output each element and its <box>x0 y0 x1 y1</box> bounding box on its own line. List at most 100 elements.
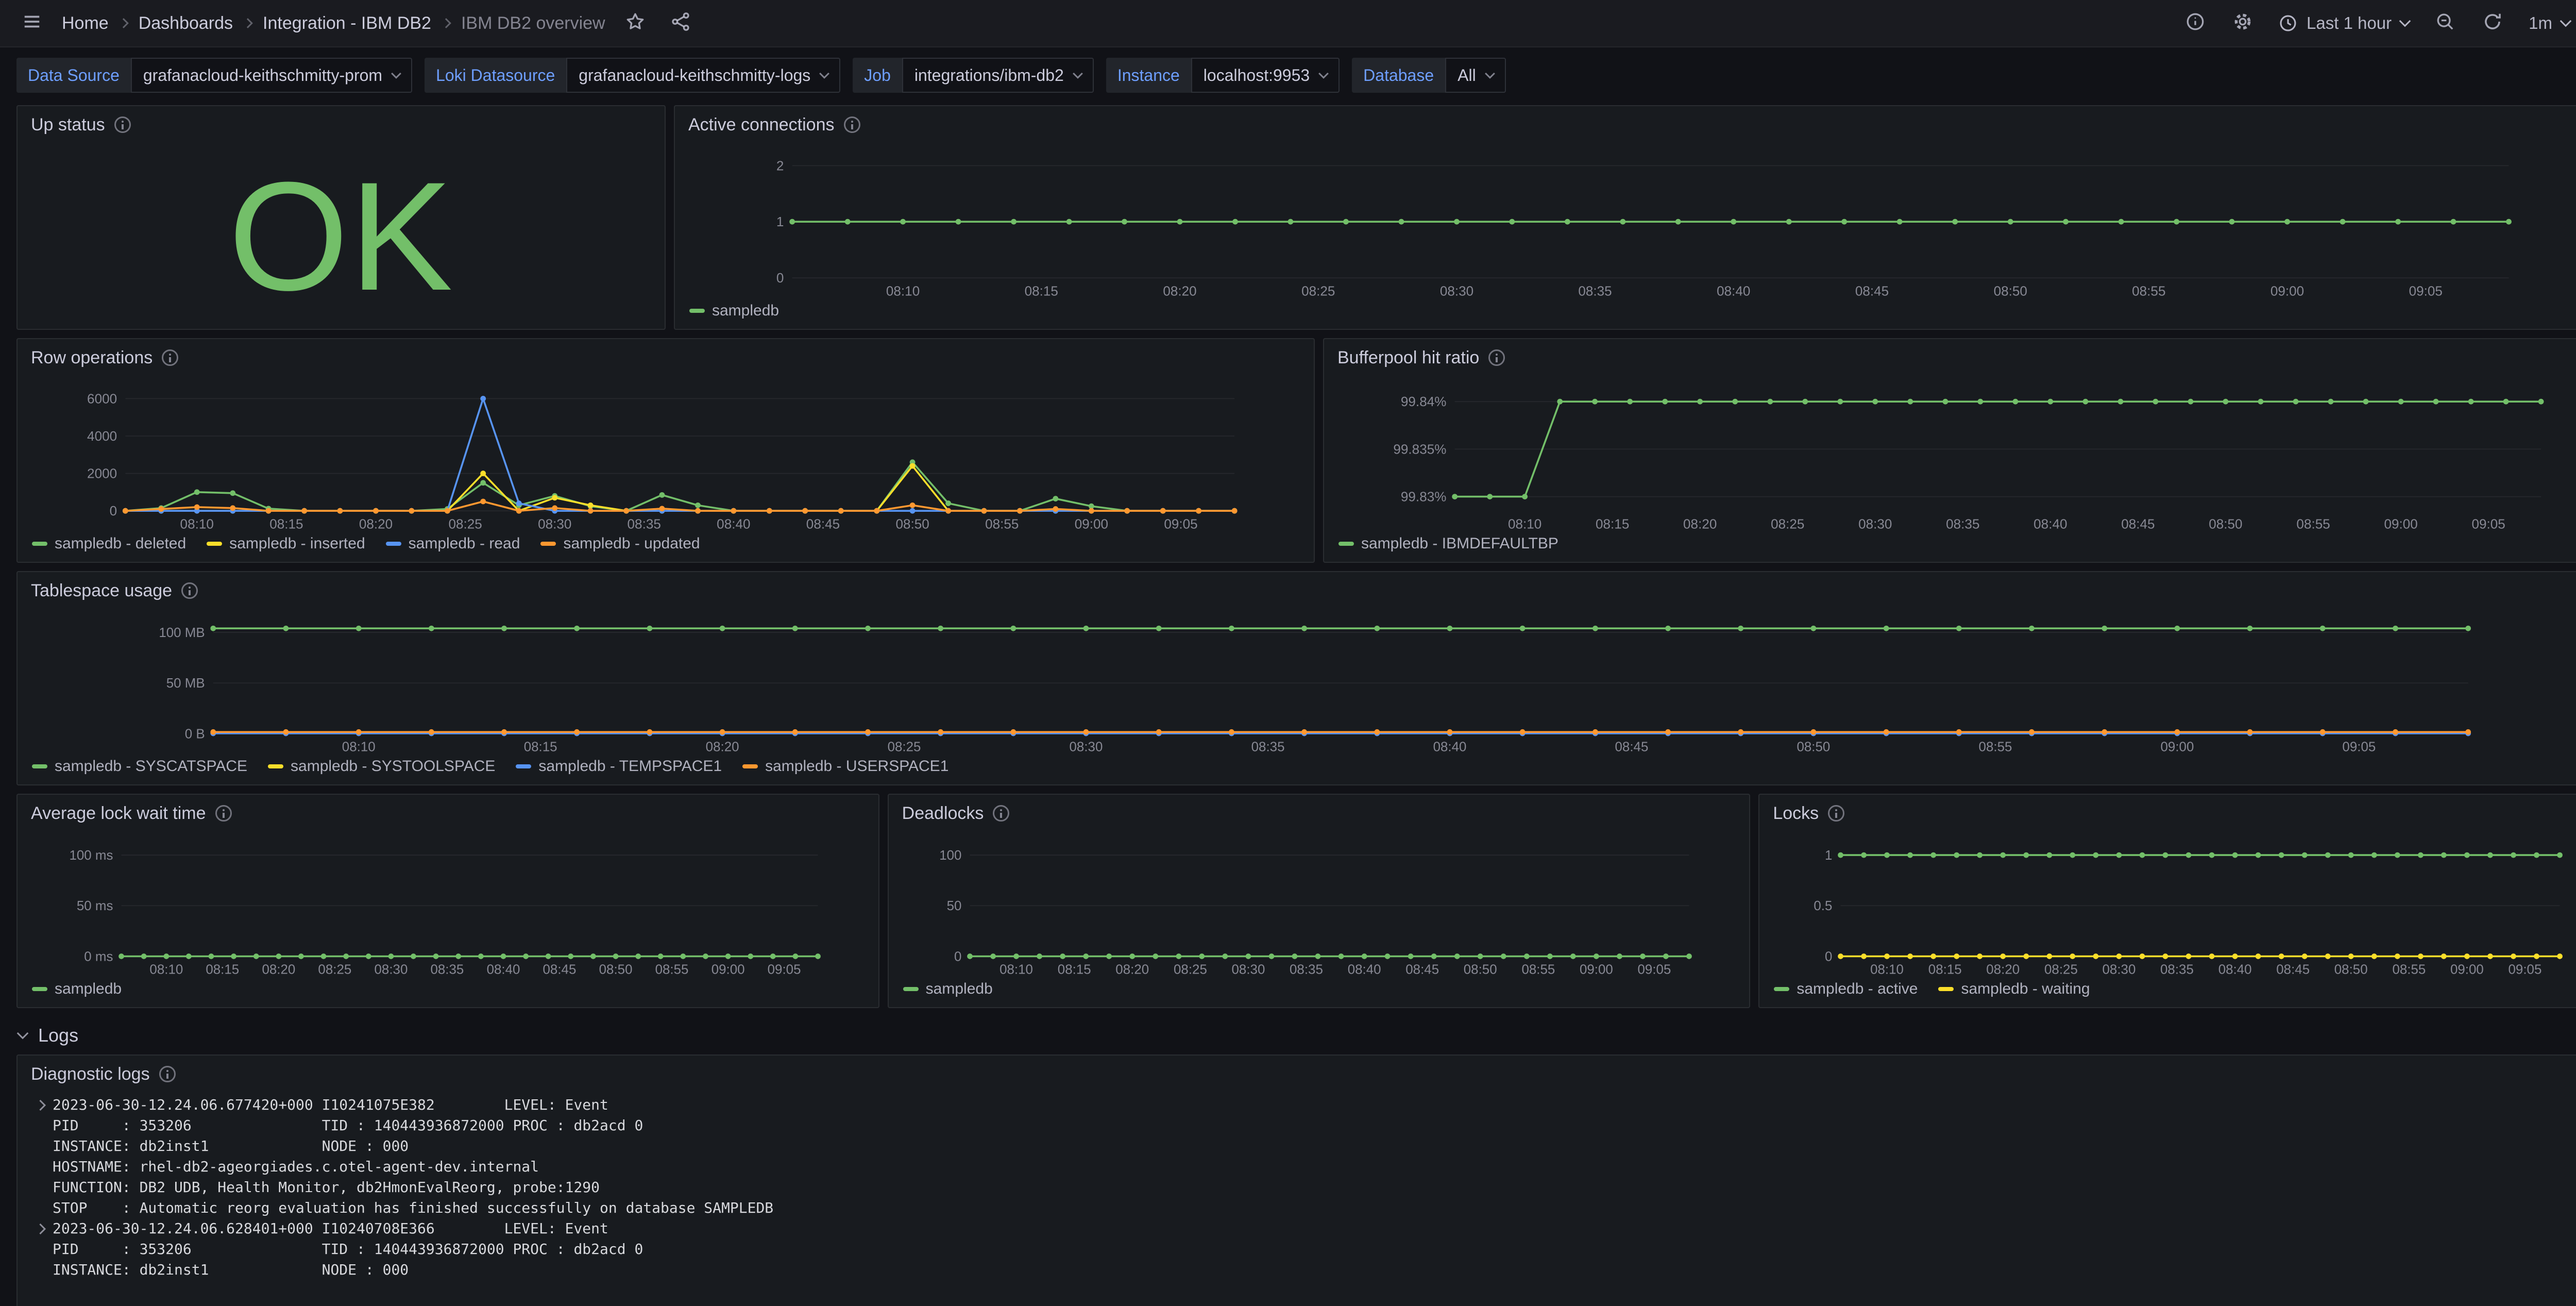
filter-label-data-source[interactable]: Data Source <box>16 58 131 93</box>
expand-caret-icon[interactable] <box>28 1225 53 1233</box>
log-row[interactable]: 2023-06-30-12.24.06.677420+000 I10241075… <box>28 1095 2576 1115</box>
legend-item[interactable]: sampledb <box>32 980 122 998</box>
legend-item[interactable]: sampledb - USERSPACE1 <box>742 758 948 775</box>
breadcrumb-separator-icon <box>441 18 451 28</box>
info-icon[interactable] <box>114 116 131 133</box>
legend-item[interactable]: sampledb - updated <box>540 535 700 552</box>
filter-value-database[interactable]: All <box>1445 58 1506 93</box>
zoom-out-time-button[interactable] <box>2430 8 2461 39</box>
panel-title[interactable]: Average lock wait time <box>31 803 206 824</box>
info-icon[interactable] <box>159 1066 176 1082</box>
filter-label-database[interactable]: Database <box>1352 58 1445 93</box>
svg-text:08:50: 08:50 <box>1994 283 2027 298</box>
chart-legend: sampledb - active sampledb - waiting <box>1759 980 2576 1007</box>
time-range-picker[interactable]: Last 1 hour <box>2275 8 2413 39</box>
panel-header: Deadlocks <box>889 795 1750 832</box>
locks-chart[interactable]: 00.5108:1008:1508:2008:2508:3008:3508:40… <box>1759 832 2576 980</box>
deadlocks-chart[interactable]: 05010008:1008:1508:2008:2508:3008:3508:4… <box>889 832 1750 980</box>
legend-item[interactable]: sampledb - IBMDEFAULTBP <box>1338 535 1558 552</box>
insights-button[interactable] <box>2180 8 2211 39</box>
info-icon[interactable] <box>181 582 198 599</box>
info-icon[interactable] <box>1828 805 1844 822</box>
log-row[interactable]: HOSTNAME: rhel-db2-ageorgiades.c.otel-ag… <box>28 1157 2576 1177</box>
svg-text:09:00: 09:00 <box>2384 516 2417 531</box>
svg-text:08:35: 08:35 <box>1578 283 1612 298</box>
refresh-interval-picker[interactable]: 1m <box>2524 8 2574 39</box>
chart-area: 05010008:1008:1508:2008:2508:3008:3508:4… <box>889 832 1750 980</box>
svg-text:08:35: 08:35 <box>1251 740 1285 754</box>
filter-value-text: localhost:9953 <box>1204 66 1310 85</box>
legend-item[interactable]: sampledb - waiting <box>1938 980 2090 998</box>
chevron-down-icon <box>391 69 401 79</box>
info-icon[interactable] <box>993 805 1009 822</box>
svg-text:08:10: 08:10 <box>1508 516 1541 531</box>
panel-title[interactable]: Locks <box>1773 803 1819 824</box>
legend-item[interactable]: sampledb - SYSCATSPACE <box>32 758 247 775</box>
tablespace-usage-chart[interactable]: 0 B50 MB100 MB08:1008:1508:2008:2508:300… <box>18 609 2576 758</box>
filter-value-data-source[interactable]: grafanacloud-keithschmitty-prom <box>131 58 412 93</box>
refresh-button[interactable] <box>2477 8 2508 39</box>
legend-item[interactable]: sampledb - read <box>386 535 520 552</box>
svg-text:08:30: 08:30 <box>1070 740 1103 754</box>
info-icon[interactable] <box>215 805 232 822</box>
legend-item[interactable]: sampledb - inserted <box>207 535 365 552</box>
expand-caret-icon[interactable] <box>28 1101 53 1109</box>
filter-value-text: All <box>1458 66 1476 85</box>
legend-swatch-icon <box>516 764 531 768</box>
filter-label-loki-datasource[interactable]: Loki Datasource <box>425 58 566 93</box>
menu-icon <box>22 12 42 35</box>
filter-value-job[interactable]: integrations/ibm-db2 <box>902 58 1094 93</box>
menu-button[interactable] <box>16 8 47 39</box>
svg-text:08:20: 08:20 <box>1987 962 2020 977</box>
logs-section-toggle[interactable]: Logs <box>19 1025 2576 1046</box>
log-row[interactable]: STOP : Automatic reorg evaluation has fi… <box>28 1198 2576 1218</box>
legend-item[interactable]: sampledb - SYSTOOLSPACE <box>268 758 495 775</box>
legend-item[interactable]: sampledb - active <box>1774 980 1918 998</box>
legend-item[interactable]: sampledb - deleted <box>32 535 186 552</box>
breadcrumb-item[interactable]: Dashboards <box>139 13 233 34</box>
star-button[interactable] <box>620 8 651 39</box>
info-icon[interactable] <box>1488 349 1505 366</box>
svg-text:0 ms: 0 ms <box>84 949 113 964</box>
svg-text:08:15: 08:15 <box>1025 283 1058 298</box>
log-row[interactable]: PID : 353206 TID : 140443936872000 PROC … <box>28 1239 2576 1260</box>
filter-value-instance[interactable]: localhost:9953 <box>1191 58 1340 93</box>
svg-text:08:20: 08:20 <box>706 740 739 754</box>
breadcrumb-separator-icon <box>118 18 129 28</box>
row-operations-chart[interactable]: 020004000600008:1008:1508:2008:2508:3008… <box>18 376 1314 535</box>
legend-item[interactable]: sampledb - TEMPSPACE1 <box>516 758 722 775</box>
bufferpool-hit-ratio-chart[interactable]: 99.83%99.835%99.84%08:1008:1508:2008:250… <box>1324 376 2576 535</box>
filter-label-instance[interactable]: Instance <box>1106 58 1191 93</box>
panel-diagnostic-logs: Diagnostic logs 2023-06-30-12.24.06.6774… <box>16 1054 2576 1306</box>
svg-text:09:05: 09:05 <box>768 962 801 977</box>
panel-title[interactable]: Diagnostic logs <box>31 1064 150 1084</box>
chart-area: 99.83%99.835%99.84%08:1008:1508:2008:250… <box>1324 376 2576 535</box>
filter-label-job[interactable]: Job <box>853 58 902 93</box>
log-row[interactable]: INSTANCE: db2inst1 NODE : 000 <box>28 1260 2576 1280</box>
log-row[interactable]: PID : 353206 TID : 140443936872000 PROC … <box>28 1115 2576 1136</box>
panel-title[interactable]: Row operations <box>31 348 152 368</box>
log-row[interactable]: INSTANCE: db2inst1 NODE : 000 <box>28 1136 2576 1157</box>
breadcrumb-item[interactable]: Integration - IBM DB2 <box>263 13 431 34</box>
filter-value-loki-datasource[interactable]: grafanacloud-keithschmitty-logs <box>566 58 840 93</box>
panel-title[interactable]: Tablespace usage <box>31 581 172 601</box>
average-lock-wait-chart[interactable]: 0 ms50 ms100 ms08:1008:1508:2008:2508:30… <box>18 832 878 980</box>
panel-title[interactable]: Deadlocks <box>902 803 984 824</box>
svg-text:08:25: 08:25 <box>1771 516 1804 531</box>
info-icon[interactable] <box>162 349 178 366</box>
log-row[interactable]: FUNCTION: DB2 UDB, Health Monitor, db2Hm… <box>28 1177 2576 1198</box>
share-button[interactable] <box>665 8 696 39</box>
breadcrumb-item[interactable]: Home <box>62 13 109 34</box>
panel-header: Tablespace usage <box>18 572 2576 609</box>
legend-item[interactable]: sampledb <box>689 302 779 320</box>
panel-title[interactable]: Active connections <box>688 115 835 135</box>
legend-item[interactable]: sampledb <box>903 980 993 998</box>
log-row[interactable]: 2023-06-30-12.24.06.628401+000 I10240708… <box>28 1218 2576 1239</box>
svg-text:08:50: 08:50 <box>2334 962 2368 977</box>
panel-title[interactable]: Bufferpool hit ratio <box>1337 348 1479 368</box>
active-connections-chart[interactable]: 01208:1008:1508:2008:2508:3008:3508:4008… <box>675 143 2576 302</box>
dashboard-settings-button[interactable] <box>2227 8 2258 39</box>
panel-title[interactable]: Up status <box>31 115 105 135</box>
info-icon[interactable] <box>844 116 860 133</box>
legend-swatch-icon <box>32 542 47 546</box>
